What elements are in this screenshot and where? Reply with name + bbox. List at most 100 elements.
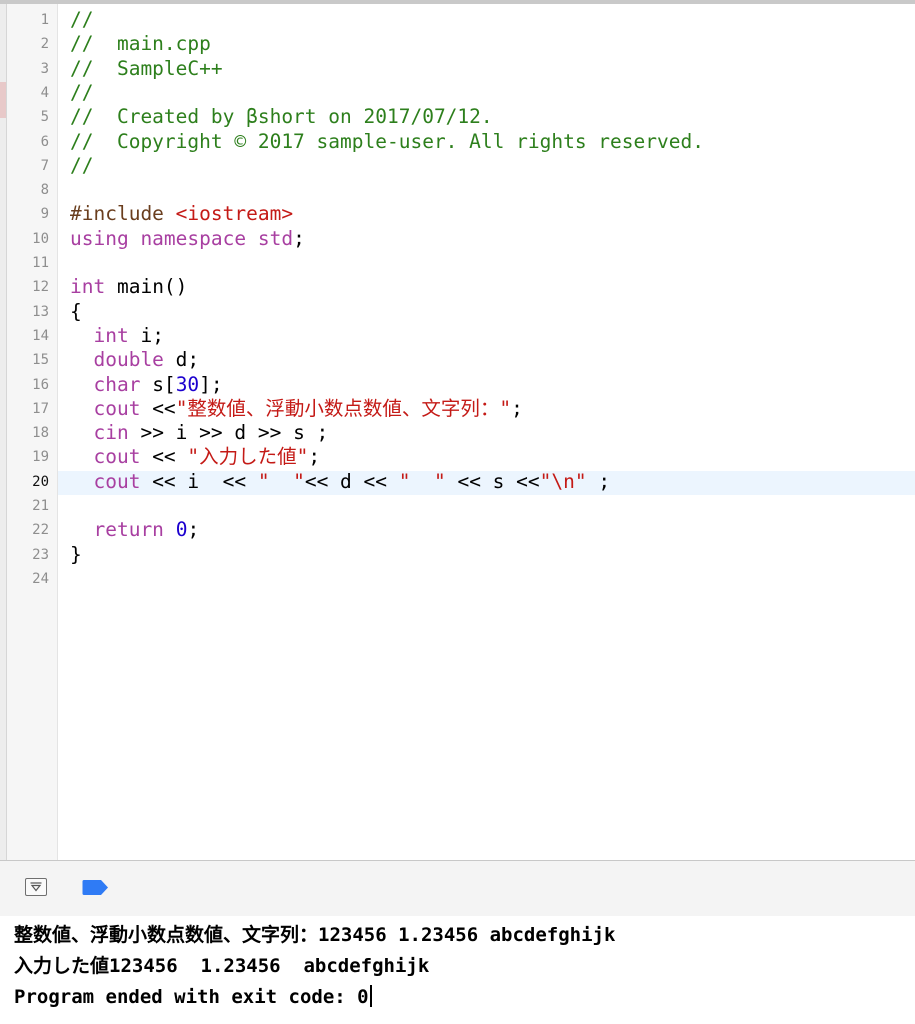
- line-number[interactable]: 22: [7, 518, 49, 542]
- code-token: ;: [308, 445, 321, 468]
- code-token: // SampleC++: [70, 57, 223, 80]
- code-token: " ": [398, 470, 446, 493]
- line-number[interactable]: 6: [7, 130, 49, 154]
- code-token: //: [70, 8, 94, 31]
- line-number[interactable]: 20: [7, 470, 49, 494]
- code-token: using namespace std: [70, 227, 294, 250]
- code-line[interactable]: cin >> i >> d >> s ;: [70, 421, 328, 445]
- code-token: <<: [140, 397, 176, 420]
- code-token: return: [93, 518, 164, 541]
- breakpoints-toggle-icon[interactable]: [82, 879, 110, 896]
- code-token: cout: [93, 397, 141, 420]
- code-token: << i <<: [140, 470, 258, 493]
- code-line[interactable]: }: [70, 543, 82, 567]
- line-number[interactable]: 18: [7, 421, 49, 445]
- code-token: " ": [257, 470, 305, 493]
- code-line[interactable]: // main.cpp: [70, 32, 211, 56]
- code-token: char: [93, 373, 141, 396]
- code-line[interactable]: //: [70, 154, 93, 178]
- code-token: int: [93, 324, 129, 347]
- code-line[interactable]: cout << "入力した値";: [70, 445, 320, 469]
- line-number[interactable]: 4: [7, 81, 49, 105]
- code-token: "入力した値": [187, 445, 309, 468]
- console-output-line-1: 整数値、浮動小数点数値、文字列：123456 1.23456 abcdefghi…: [14, 924, 616, 946]
- code-token: // main.cpp: [70, 32, 211, 55]
- console-output-line-3: Program ended with exit code: 0: [14, 982, 372, 1012]
- debug-toolbar: [0, 860, 915, 917]
- code-line[interactable]: cout << i << " "<< d << " " << s <<"\n" …: [70, 470, 610, 494]
- code-token: 0: [175, 518, 188, 541]
- code-token: int: [70, 275, 106, 298]
- code-line[interactable]: #include <iostream>: [70, 202, 293, 226]
- code-line[interactable]: //: [70, 8, 93, 32]
- line-number[interactable]: 9: [7, 202, 49, 226]
- code-token: ;: [187, 518, 200, 541]
- line-number[interactable]: 12: [7, 275, 49, 299]
- line-number[interactable]: 15: [7, 348, 49, 372]
- line-number[interactable]: 11: [7, 251, 49, 275]
- code-token: ;: [511, 397, 523, 420]
- line-number[interactable]: 8: [7, 178, 49, 202]
- code-line[interactable]: {: [70, 300, 82, 324]
- code-line[interactable]: char s[30];: [70, 373, 223, 397]
- line-number[interactable]: 16: [7, 373, 49, 397]
- code-line[interactable]: double d;: [70, 348, 199, 372]
- line-number[interactable]: 1: [7, 8, 49, 32]
- line-number[interactable]: 2: [7, 32, 49, 56]
- code-line[interactable]: int i;: [70, 324, 164, 348]
- console-output-line-2: 入力した値123456 1.23456 abcdefghijk: [14, 955, 430, 977]
- line-number[interactable]: 24: [7, 567, 49, 591]
- code-token: double: [93, 348, 164, 371]
- code-token: cin: [93, 421, 129, 444]
- code-token: }: [70, 543, 82, 566]
- code-token: << d <<: [304, 470, 399, 493]
- code-editor[interactable]: 1 // 2 // main.cpp 3 // SampleC++ 4 // 5 // Creat…: [0, 4, 915, 860]
- code-line[interactable]: // Copyright © 2017 sample-user. All rig…: [70, 130, 704, 154]
- code-token: i;: [128, 324, 164, 347]
- line-number[interactable]: 23: [7, 543, 49, 567]
- code-token: // Copyright © 2017 sample-user. All rig…: [70, 130, 704, 153]
- line-number[interactable]: 21: [7, 494, 49, 518]
- line-number[interactable]: 5: [7, 105, 49, 129]
- code-line[interactable]: // Created by βshort on 2017/07/12.: [70, 105, 493, 129]
- code-token: ;: [586, 470, 611, 493]
- hide-debug-area-button[interactable]: [25, 878, 47, 896]
- line-number[interactable]: 10: [7, 227, 49, 251]
- line-number[interactable]: 17: [7, 397, 49, 421]
- code-token: cout: [93, 445, 141, 468]
- text-cursor: [369, 985, 372, 1007]
- line-number[interactable]: 3: [7, 57, 49, 81]
- debug-console[interactable]: 整数値、浮動小数点数値、文字列：123456 1.23456 abcdefghi…: [0, 916, 915, 1024]
- code-token: <<: [140, 445, 188, 468]
- line-number[interactable]: 19: [7, 445, 49, 469]
- code-token: ;: [293, 227, 305, 250]
- code-token: // Created by βshort on 2017/07/12.: [70, 105, 493, 128]
- code-token: 30: [175, 373, 200, 396]
- line-number[interactable]: 14: [7, 324, 49, 348]
- code-token: main(): [105, 275, 188, 298]
- code-token: #include: [70, 202, 176, 225]
- code-line[interactable]: using namespace std;: [70, 227, 305, 251]
- code-line[interactable]: return 0;: [70, 518, 199, 542]
- line-number[interactable]: 7: [7, 154, 49, 178]
- code-token: "\n": [539, 470, 587, 493]
- code-line[interactable]: cout <<"整数値、浮動小数点数値、文字列：";: [70, 397, 523, 421]
- code-token: ];: [199, 373, 223, 396]
- code-line[interactable]: //: [70, 81, 93, 105]
- hide-debug-area-icon: [30, 882, 42, 892]
- code-token: cout: [93, 470, 141, 493]
- line-number[interactable]: 13: [7, 300, 49, 324]
- code-token: s[: [140, 373, 176, 396]
- code-token: {: [70, 300, 82, 323]
- code-line[interactable]: int main(): [70, 275, 187, 299]
- code-line[interactable]: // SampleC++: [70, 57, 223, 81]
- code-token: << s <<: [445, 470, 540, 493]
